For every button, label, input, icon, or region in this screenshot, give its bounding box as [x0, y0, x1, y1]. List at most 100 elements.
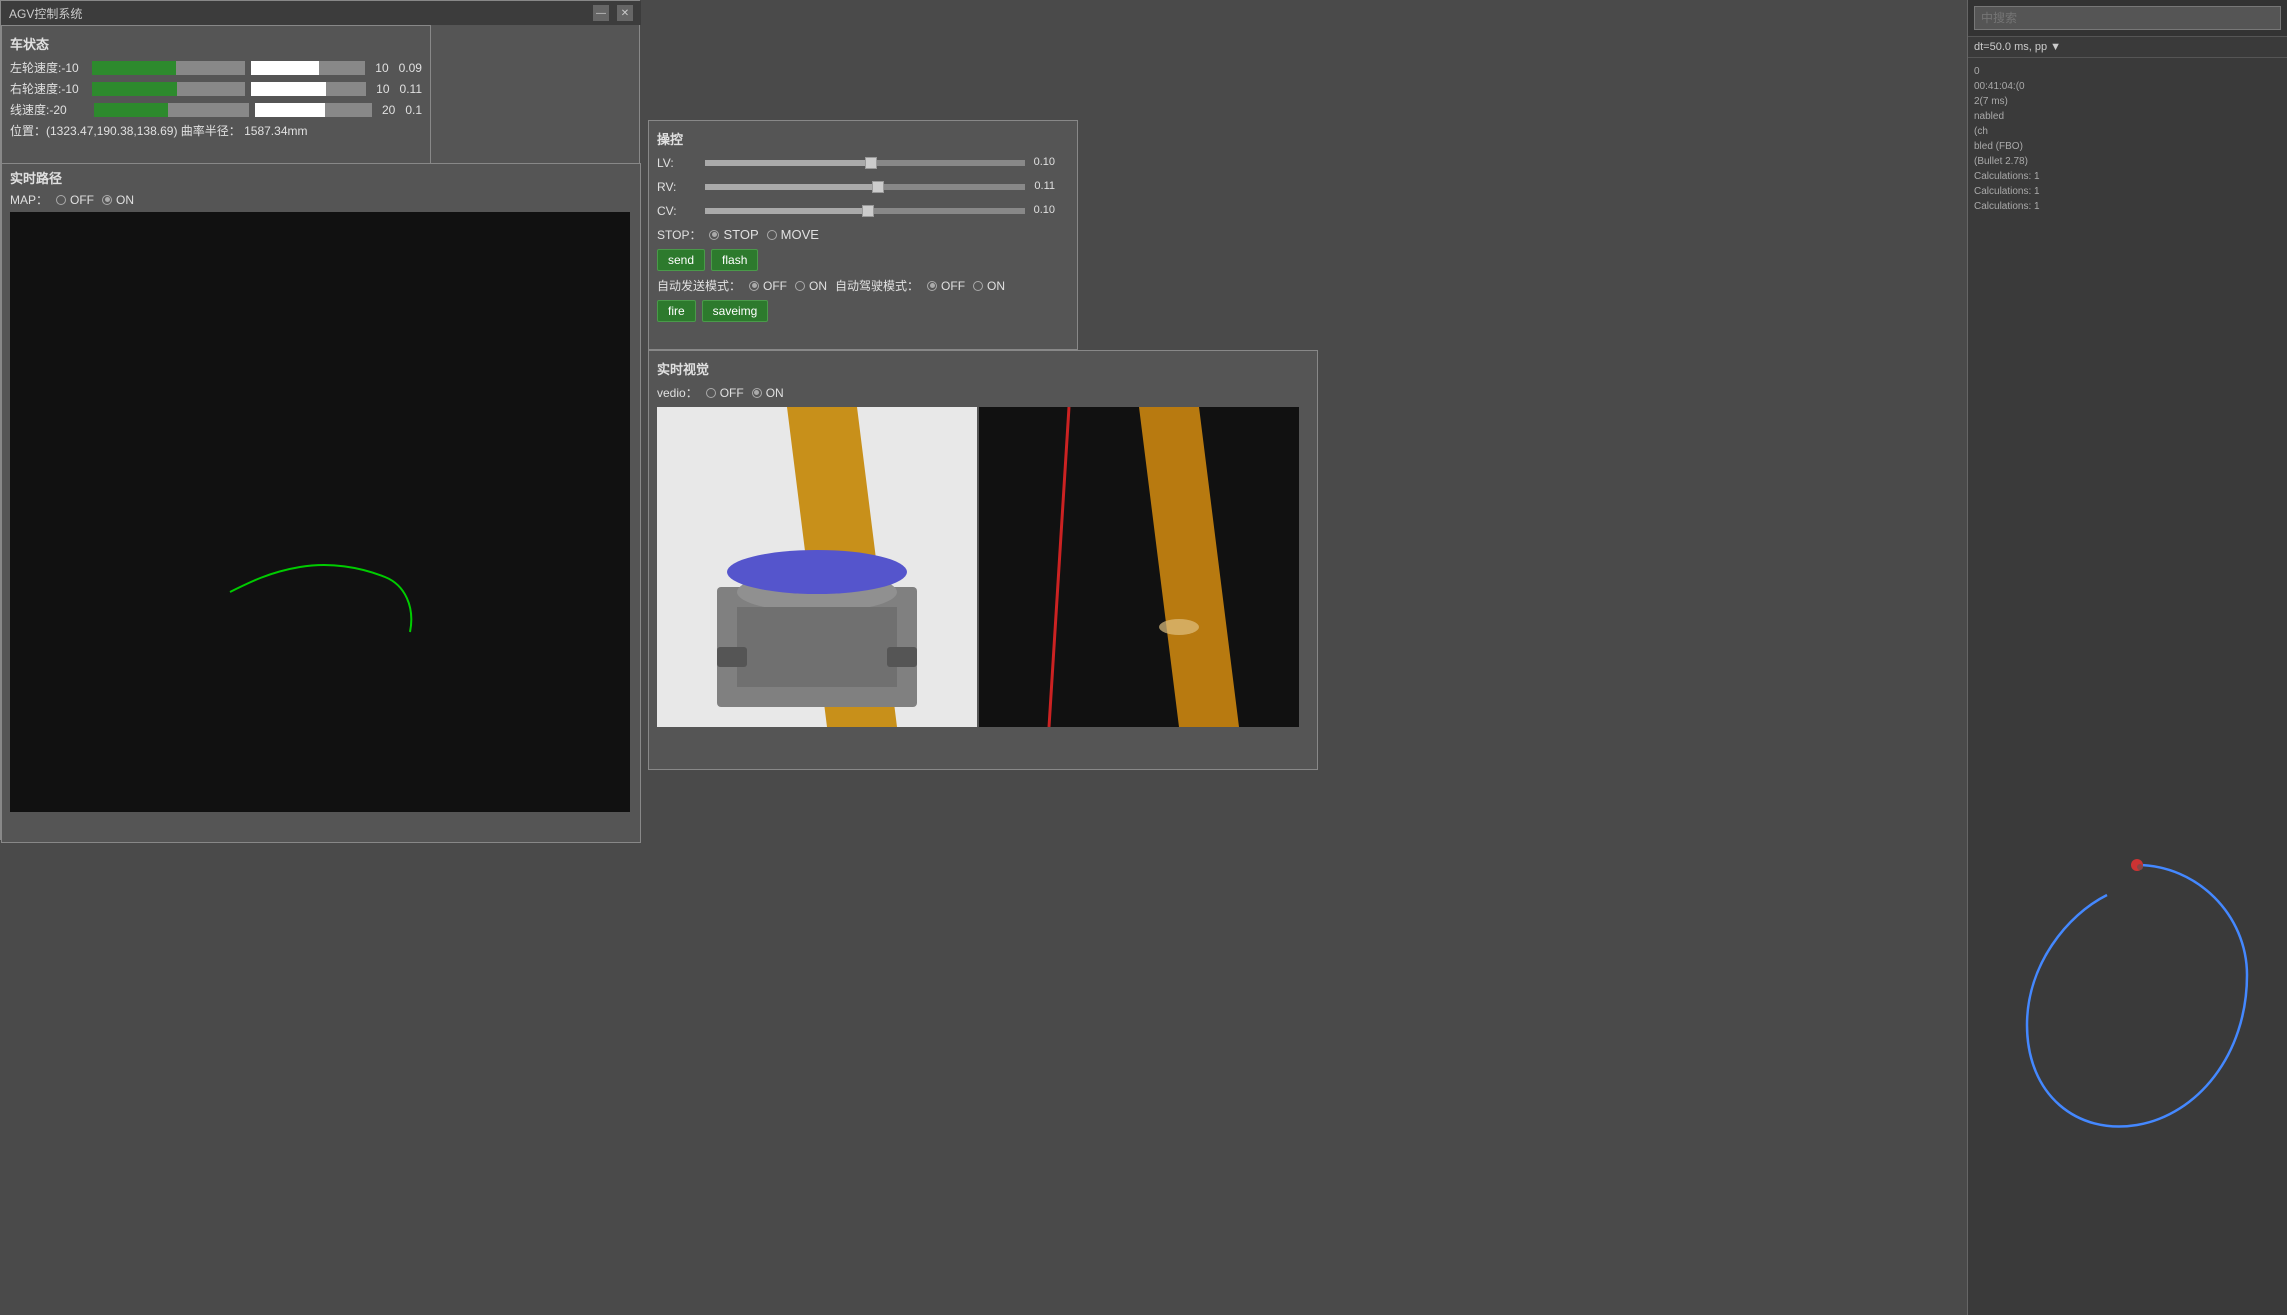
minimize-button[interactable]: —: [593, 5, 609, 21]
control-title: 操控: [657, 129, 1069, 148]
right-wheel-v1: 10: [376, 82, 389, 96]
log-line-7: Calculations: 1: [1974, 169, 2281, 184]
title-bar-controls: — ✕: [593, 5, 633, 21]
window-title: AGV控制系统: [9, 5, 82, 22]
auto-send-label: 自动发送模式：: [657, 277, 741, 294]
simulation-svg: [1997, 815, 2277, 1215]
video-on-option[interactable]: ON: [752, 386, 784, 400]
auto-drive-on-radio[interactable]: [973, 281, 983, 291]
stop-option[interactable]: STOP: [709, 227, 758, 242]
left-wheel-row: 左轮速度:-10 10 0.09: [10, 59, 422, 76]
move-radio[interactable]: [767, 230, 777, 240]
video-on-text: ON: [766, 386, 784, 400]
linear-speed-fill2: [255, 103, 325, 117]
fire-button[interactable]: fire: [657, 300, 696, 322]
rv-row: RV: 0.11: [657, 178, 1069, 196]
auto-send-off-option[interactable]: OFF: [749, 279, 787, 293]
auto-send-on-text: ON: [809, 279, 827, 293]
right-wheel-label: 右轮速度:-10: [10, 80, 86, 97]
lv-row: LV: 0.10: [657, 154, 1069, 172]
cv-slider-fill: [705, 208, 868, 214]
lv-value: 0.10: [1034, 156, 1055, 168]
right-panel: dt=50.0 ms, pp ▼ 0 00:41:04:(0 2(7 ms) n…: [1967, 0, 2287, 1315]
stop-label: STOP：: [657, 226, 701, 243]
stop-row: STOP： STOP MOVE: [657, 226, 1069, 243]
auto-drive-off-radio[interactable]: [927, 281, 937, 291]
linear-speed-v1: 20: [382, 103, 395, 117]
rv-label: RV:: [657, 180, 697, 194]
linear-speed-bar: [94, 103, 250, 117]
route-svg: [10, 212, 630, 812]
map-off-label: OFF: [70, 193, 94, 207]
right-camera-svg: [979, 407, 1299, 727]
map-on-radio[interactable]: [102, 195, 112, 205]
saveimg-button[interactable]: saveimg: [702, 300, 769, 322]
car-status-title: 车状态: [10, 34, 422, 53]
move-text: MOVE: [781, 227, 819, 242]
right-wheel-fill: [92, 82, 176, 96]
log-line-9: Calculations: 1: [1974, 199, 2281, 214]
flash-button[interactable]: flash: [711, 249, 758, 271]
close-button[interactable]: ✕: [617, 5, 633, 21]
left-wheel-v1: 10: [375, 61, 388, 75]
right-wheel-v2: 0.11: [400, 82, 422, 96]
log-line-0: 0: [1974, 64, 2281, 79]
log-line-1: 00:41:04:(0: [1974, 79, 2281, 94]
cv-slider-container: 0.10: [705, 202, 1025, 220]
rv-slider-track: [705, 184, 1025, 190]
map-off-option[interactable]: OFF: [56, 193, 94, 207]
map-on-label: ON: [116, 193, 134, 207]
right-camera-display: [979, 407, 1299, 727]
video-off-radio[interactable]: [706, 388, 716, 398]
log-line-3: nabled: [1974, 109, 2281, 124]
rv-slider-thumb[interactable]: [872, 181, 884, 193]
auto-send-on-option[interactable]: ON: [795, 279, 827, 293]
log-line-5: bled (FBO): [1974, 139, 2281, 154]
cv-label: CV:: [657, 204, 697, 218]
right-wheel-fill2: [251, 82, 326, 96]
auto-drive-on-option[interactable]: ON: [973, 279, 1005, 293]
right-log: 0 00:41:04:(0 2(7 ms) nabled (ch bled (F…: [1974, 64, 2281, 214]
rv-value: 0.11: [1034, 180, 1055, 192]
stop-radio[interactable]: [709, 230, 719, 240]
linear-speed-label: 线速度:-20: [10, 101, 88, 118]
right-wheel-bar2: [251, 82, 366, 96]
video-title: 实时视觉: [657, 359, 1309, 378]
left-wheel-label: 左轮速度:-10: [10, 59, 86, 76]
lv-slider-thumb[interactable]: [865, 157, 877, 169]
auto-send-on-radio[interactable]: [795, 281, 805, 291]
position-row: 位置：(1323.47,190.38,138.69) 曲率半径： 1587.34…: [10, 122, 422, 139]
cv-value: 0.10: [1034, 204, 1055, 216]
lv-label: LV:: [657, 156, 697, 170]
send-flash-row: send flash: [657, 249, 1069, 271]
lv-slider-container: 0.10: [705, 154, 1025, 172]
right-wheel-row: 右轮速度:-10 10 0.11: [10, 80, 422, 97]
video-on-radio[interactable]: [752, 388, 762, 398]
simulation-canvas: [1997, 815, 2277, 1215]
linear-speed-v2: 0.1: [405, 103, 422, 117]
video-off-option[interactable]: OFF: [706, 386, 744, 400]
title-bar: AGV控制系统 — ✕: [1, 1, 641, 25]
map-on-option[interactable]: ON: [102, 193, 134, 207]
left-camera-svg: [657, 407, 977, 727]
rv-slider-fill: [705, 184, 878, 190]
linear-speed-row: 线速度:-20 20 0.1: [10, 101, 422, 118]
auto-drive-off-text: OFF: [941, 279, 965, 293]
left-wheel-bar2: [251, 61, 365, 75]
left-wheel-fill2: [251, 61, 320, 75]
search-input[interactable]: [1974, 6, 2281, 30]
move-option[interactable]: MOVE: [767, 227, 819, 242]
toolbar-text: dt=50.0 ms, pp ▼: [1974, 41, 2061, 53]
left-wheel-bar: [92, 61, 245, 75]
auto-drive-on-text: ON: [987, 279, 1005, 293]
auto-send-off-text: OFF: [763, 279, 787, 293]
auto-drive-off-option[interactable]: OFF: [927, 279, 965, 293]
send-button[interactable]: send: [657, 249, 705, 271]
cv-row: CV: 0.10: [657, 202, 1069, 220]
auto-drive-label: 自动驾驶模式：: [835, 277, 919, 294]
right-content: 0 00:41:04:(0 2(7 ms) nabled (ch bled (F…: [1968, 58, 2287, 220]
cv-slider-thumb[interactable]: [862, 205, 874, 217]
map-off-radio[interactable]: [56, 195, 66, 205]
left-wheel-fill: [92, 61, 176, 75]
auto-send-off-radio[interactable]: [749, 281, 759, 291]
